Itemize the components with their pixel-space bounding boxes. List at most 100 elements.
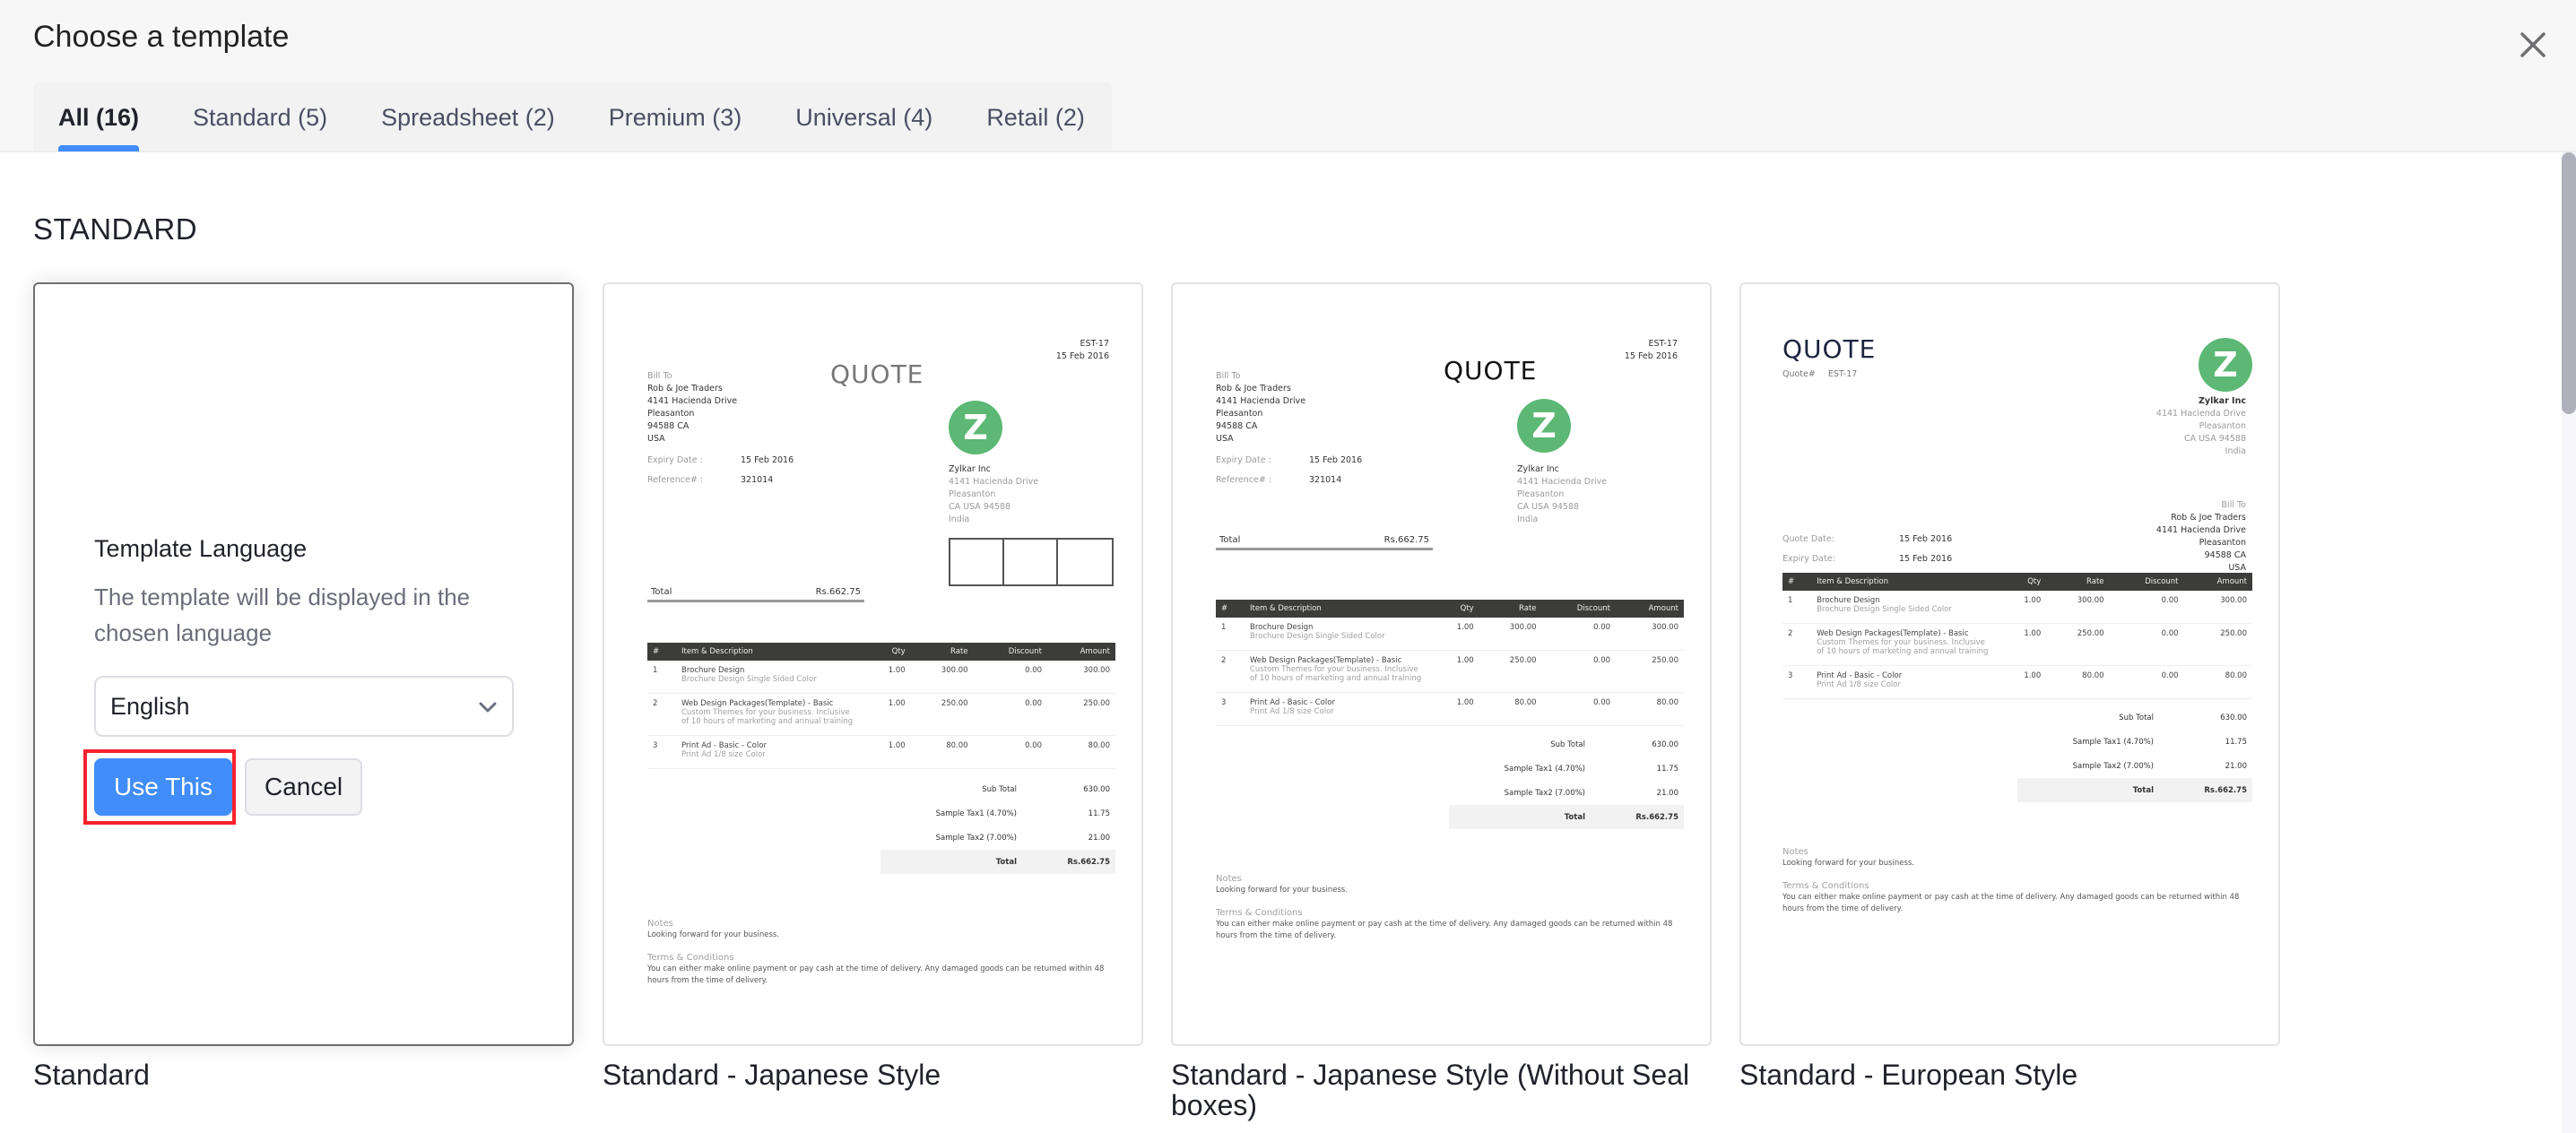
terms-text: You can either make online payment or pa… <box>647 964 1105 985</box>
template-language-title: Template Language <box>94 535 308 562</box>
bill-to-line: Pleasanton <box>647 409 695 419</box>
tab-universal[interactable]: Universal (4) <box>768 82 959 151</box>
template-card-standard[interactable]: Template Language The template will be d… <box>33 282 574 1046</box>
bill-to-block: Bill To Rob & Joe Traders 4141 Hacienda … <box>2156 499 2246 575</box>
quote-date-value: 15 Feb 2016 <box>1899 534 1953 544</box>
column-header: # <box>1782 573 1812 591</box>
cancel-button[interactable]: Cancel <box>244 758 363 816</box>
tab-spreadsheet[interactable]: Spreadsheet (2) <box>354 82 582 151</box>
terms-label: Terms & Conditions <box>647 953 734 963</box>
tax2-value: 21.00 <box>1656 788 1678 798</box>
template-name: Standard - Japanese Style <box>603 1059 941 1091</box>
scrollbar-thumb[interactable] <box>2562 152 2576 414</box>
total-value: Rs.662.75 <box>1383 535 1429 545</box>
tax2-value: 21.00 <box>1088 833 1110 843</box>
bill-to-line: Pleasanton <box>1216 409 1263 419</box>
quote-info: Expiry Date : 15 Feb 2016 Reference# : 321… <box>1216 454 1362 487</box>
bill-to-line: Rob & Joe Traders <box>1216 384 1291 394</box>
reference-label: Reference# : <box>1216 475 1272 485</box>
dialog-title: Choose a template <box>33 20 290 54</box>
notes-text: Looking forward for your business. <box>1782 859 1914 868</box>
template-card-european[interactable]: QUOTE Quote# EST-17 Z Zylkar Inc 4141 Hac… <box>1739 282 2280 1046</box>
quote-date: 15 Feb 2016 <box>1624 351 1678 361</box>
table-row: 1 Brochure Design Brochure Design Single S… <box>1216 618 1684 651</box>
notes-label: Notes <box>1782 847 1808 857</box>
total-summary: Total Rs.662.75 <box>1216 535 1433 550</box>
table-row: 3 Print Ad - Basic - Color Print Ad 1/8 si… <box>1216 692 1684 726</box>
grand-total-label: Total <box>2132 785 2154 795</box>
tab-standard[interactable]: Standard (5) <box>166 82 354 151</box>
grand-total-value: Rs.662.75 <box>2204 785 2247 795</box>
template-language-panel: Template Language The template will be d… <box>83 535 525 825</box>
tax1-value: 11.75 <box>2225 737 2247 747</box>
quote-number-label: Quote# <box>1782 369 1816 379</box>
quote-heading: QUOTE <box>1444 356 1538 385</box>
notes-text: Looking forward for your business. <box>1216 886 1348 895</box>
bill-to-line: 94588 CA <box>1216 421 1258 431</box>
column-header: Rate <box>2046 573 2110 591</box>
column-header: # <box>647 643 676 661</box>
total-label: Total <box>1219 535 1241 545</box>
bill-to-line: USA <box>1216 434 1234 444</box>
totals-block: Sub Total 630.00 Sample Tax1 (4.70%) 11.75… <box>1449 732 1684 829</box>
notes-block: Notes Looking forward for your business.… <box>1782 835 2249 915</box>
tax1-label: Sample Tax1 (4.70%) <box>2072 737 2154 747</box>
column-header: Qty <box>1999 573 2047 591</box>
use-this-button[interactable]: Use This <box>94 758 232 816</box>
bill-to-line: 94588 CA <box>647 421 690 431</box>
column-header: Discount <box>1541 600 1617 618</box>
total-value: Rs.662.75 <box>815 587 861 597</box>
tax2-label: Sample Tax2 (7.00%) <box>1504 788 1585 798</box>
table-row: 3 Print Ad - Basic - Color Print Ad 1/8 si… <box>647 735 1115 769</box>
grand-total-value: Rs.662.75 <box>1635 812 1678 822</box>
bill-to-block: Bill To Rob & Joe Traders 4141 Hacienda … <box>1216 370 1305 445</box>
template-language-description: The template will be displayed in the ch… <box>94 584 471 646</box>
sub-total-label: Sub Total <box>1550 739 1585 749</box>
close-button[interactable] <box>2515 27 2551 63</box>
grand-total-label: Total <box>1564 812 1585 822</box>
terms-text: You can either make online payment or pa… <box>1216 920 1673 940</box>
column-header: Qty <box>1432 600 1479 618</box>
tab-retail[interactable]: Retail (2) <box>959 82 1112 151</box>
company-logo: Z <box>2199 338 2252 392</box>
template-card-japanese-no-seal[interactable]: EST-17 15 Feb 2016 QUOTE Bill To Rob & J… <box>1171 282 1712 1046</box>
tax2-label: Sample Tax2 (7.00%) <box>2072 761 2154 771</box>
column-header: Item & Description <box>1244 600 1433 618</box>
column-header: Amount <box>1047 643 1115 661</box>
close-icon <box>2520 32 2546 57</box>
reference-value: 321014 <box>1309 475 1342 485</box>
tab-premium[interactable]: Premium (3) <box>582 82 769 151</box>
company-line: CA USA 94588 <box>1517 502 1580 512</box>
quote-number: EST-17 <box>1080 339 1109 349</box>
tab-all[interactable]: All (16) <box>33 82 166 151</box>
table-row: 1 Brochure Design Brochure Design Single S… <box>1782 591 2252 624</box>
quote-heading: QUOTE <box>1782 334 1877 364</box>
company-name: Zylkar Inc <box>949 464 991 474</box>
column-header: Item & Description <box>675 643 864 661</box>
company-line: India <box>949 515 970 524</box>
reference-value: 321014 <box>741 475 774 485</box>
table-row: 2 Web Design Packages(Template) - Basic Cu… <box>647 693 1115 736</box>
tax1-label: Sample Tax1 (4.70%) <box>935 809 1017 818</box>
language-select[interactable]: English <box>94 676 514 737</box>
template-card-japanese[interactable]: EST-17 15 Feb 2016 QUOTE Bill To Rob & J… <box>603 282 1143 1046</box>
tax1-value: 11.75 <box>1656 764 1678 774</box>
total-summary: Total Rs.662.75 <box>647 587 864 602</box>
company-line: 4141 Hacienda Drive <box>2155 409 2246 419</box>
tax2-value: 21.00 <box>2225 761 2247 771</box>
company-logo: Z <box>1517 399 1571 453</box>
chevron-down-icon <box>479 702 497 713</box>
section-title: STANDARD <box>33 212 198 246</box>
company-line: 4141 Hacienda Drive <box>949 477 1039 487</box>
seal-boxes <box>949 538 1114 586</box>
notes-block: Notes Looking forward for your business.… <box>1216 862 1682 942</box>
grand-total-value: Rs.662.75 <box>1067 857 1110 867</box>
terms-label: Terms & Conditions <box>1216 908 1303 918</box>
vertical-scrollbar[interactable] <box>2562 152 2576 1133</box>
column-header: # <box>1216 600 1245 618</box>
table-row: 2 Web Design Packages(Template) - Basic Cu… <box>1782 623 2252 666</box>
bill-to-block: Bill To Rob & Joe Traders 4141 Hacienda … <box>647 370 737 445</box>
quote-heading: QUOTE <box>830 359 924 389</box>
company-line: India <box>2225 446 2246 456</box>
expiry-label: Expiry Date : <box>647 455 703 465</box>
